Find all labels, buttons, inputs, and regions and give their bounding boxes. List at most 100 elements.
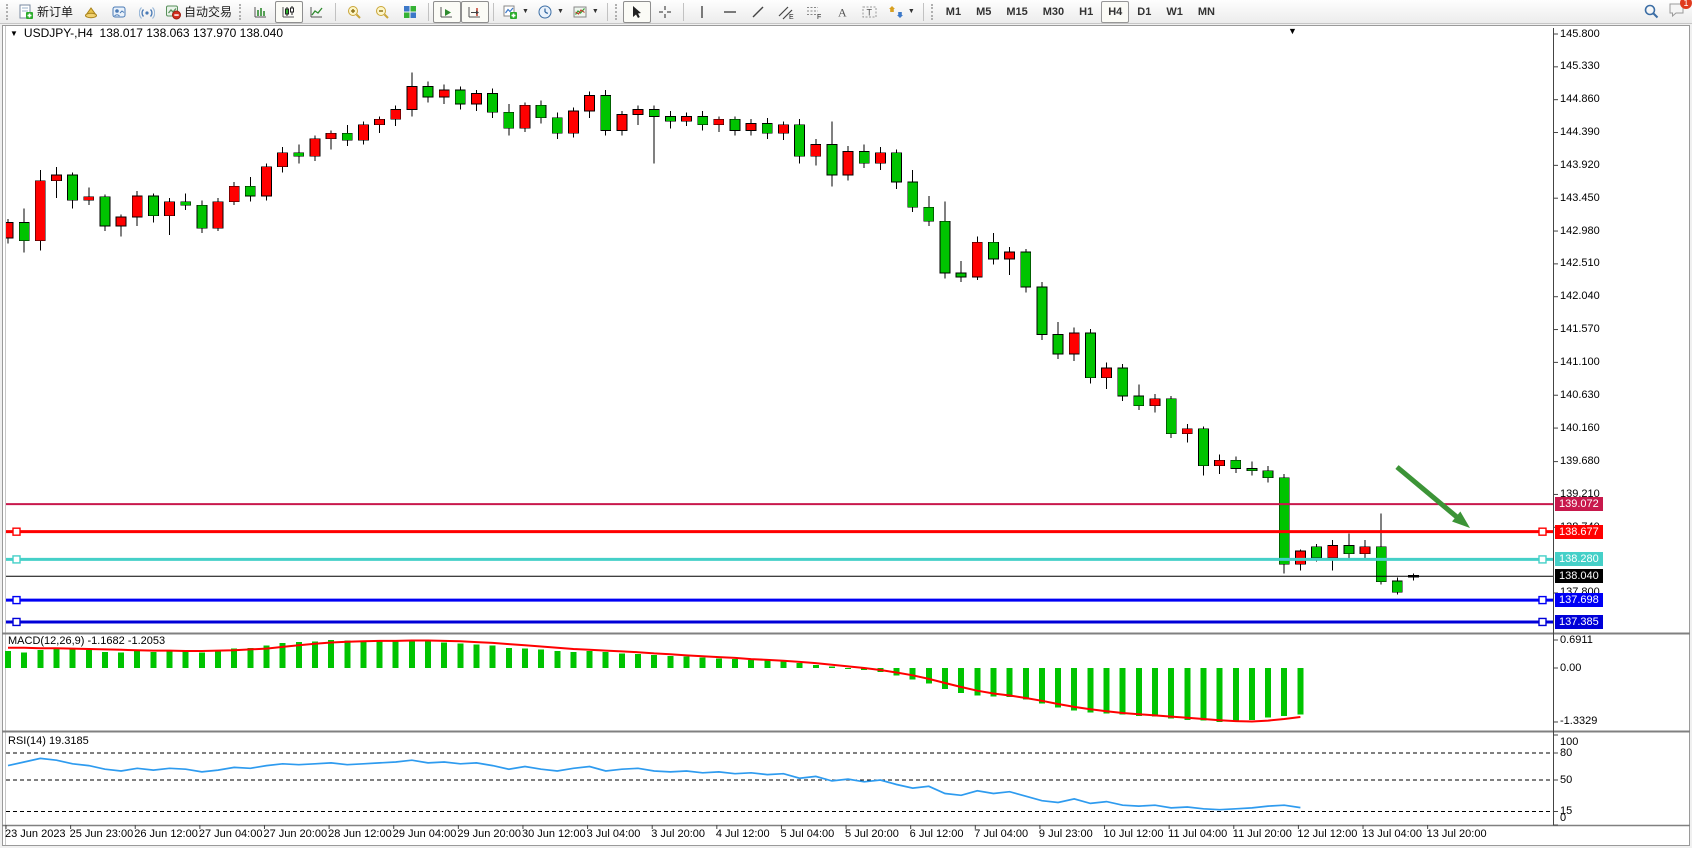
time-axis-label: 5 Jul 04:00 bbox=[780, 828, 834, 841]
time-axis-label: 13 Jul 20:00 bbox=[1427, 828, 1487, 841]
new-order-icon bbox=[18, 4, 34, 20]
indicators-icon bbox=[502, 4, 518, 20]
arrows-dropdown-caret[interactable]: ▼ bbox=[908, 8, 915, 15]
notifications-button[interactable]: 1 bbox=[1668, 1, 1686, 23]
crosshair-button[interactable] bbox=[651, 1, 679, 23]
wallet-icon bbox=[83, 4, 99, 20]
price-axis-tick-label: 141.100 bbox=[1560, 356, 1600, 369]
toolbar-grip[interactable] bbox=[239, 4, 244, 20]
equidistant-channel-button[interactable]: E bbox=[772, 1, 800, 23]
line-handle[interactable] bbox=[1539, 618, 1546, 625]
svg-text:E: E bbox=[789, 14, 794, 20]
timeframe-button-H1[interactable]: H1 bbox=[1072, 1, 1100, 23]
toolbar-grip[interactable] bbox=[615, 4, 620, 20]
svg-text:F: F bbox=[817, 14, 821, 20]
price-line-label-138.280: 138.280 bbox=[1555, 552, 1603, 566]
scroll-to-end-marker[interactable]: ▼ bbox=[1288, 25, 1297, 38]
time-axis-label: 26 Jun 12:00 bbox=[134, 828, 198, 841]
horizontal-line-button[interactable] bbox=[716, 1, 744, 23]
price-line-label-138.040: 138.040 bbox=[1555, 569, 1603, 583]
horizontal-line-icon bbox=[722, 4, 738, 20]
zoom-in-button[interactable] bbox=[340, 1, 368, 23]
price-axis-tick-label: 145.800 bbox=[1560, 28, 1600, 41]
timeframe-button-M1[interactable]: M1 bbox=[939, 1, 968, 23]
fibonacci-button[interactable]: F bbox=[800, 1, 828, 23]
timeframe-button-H4[interactable]: H4 bbox=[1101, 1, 1129, 23]
candlestick-icon bbox=[281, 4, 297, 20]
line-handle[interactable] bbox=[13, 618, 20, 625]
chart-ohlc-values: 138.017 138.063 137.970 138.040 bbox=[100, 26, 284, 40]
periods-dropdown-caret[interactable]: ▼ bbox=[557, 8, 564, 15]
price-axis-tick-label: 143.450 bbox=[1560, 192, 1600, 205]
auto-scroll-button[interactable] bbox=[433, 1, 461, 23]
auto-trading-label: 自动交易 bbox=[184, 3, 232, 20]
line-chart-button[interactable] bbox=[303, 1, 331, 23]
chart-menu-caret[interactable]: ▼ bbox=[10, 29, 18, 38]
time-axis-label: 28 Jun 12:00 bbox=[328, 828, 392, 841]
toolbar-grip[interactable] bbox=[931, 4, 936, 20]
timeframe-button-M5[interactable]: M5 bbox=[969, 1, 998, 23]
timeframe-button-D1[interactable]: D1 bbox=[1130, 1, 1158, 23]
indicators-dropdown-caret[interactable]: ▼ bbox=[522, 8, 529, 15]
auto-trading-icon bbox=[165, 4, 181, 20]
trendline-icon bbox=[750, 4, 766, 20]
price-axis-tick-label: 142.980 bbox=[1560, 225, 1600, 238]
line-handle[interactable] bbox=[13, 528, 20, 535]
toolbar-grip[interactable] bbox=[6, 4, 11, 20]
time-axis-label: 5 Jul 20:00 bbox=[845, 828, 899, 841]
vertical-line-button[interactable] bbox=[688, 1, 716, 23]
text-label-button[interactable]: T bbox=[856, 1, 884, 23]
auto-trading-button[interactable]: 自动交易 bbox=[161, 1, 236, 23]
line-handle[interactable] bbox=[1539, 597, 1546, 604]
line-handle[interactable] bbox=[1539, 528, 1546, 535]
templates-button[interactable]: ▼ bbox=[568, 1, 603, 23]
fibonacci-icon: F bbox=[805, 4, 823, 20]
arrows-button[interactable]: ▼ bbox=[884, 1, 919, 23]
deposit-button[interactable] bbox=[77, 1, 105, 23]
zoom-in-icon bbox=[346, 4, 362, 20]
tile-windows-button[interactable] bbox=[396, 1, 424, 23]
time-axis-label: 29 Jun 20:00 bbox=[457, 828, 521, 841]
trendline-button[interactable] bbox=[744, 1, 772, 23]
time-axis-label: 6 Jul 12:00 bbox=[910, 828, 964, 841]
time-axis-label: 10 Jul 12:00 bbox=[1104, 828, 1164, 841]
bar-chart-button[interactable] bbox=[247, 1, 275, 23]
price-line-label-138.677: 138.677 bbox=[1555, 525, 1603, 539]
timeframe-button-M15[interactable]: M15 bbox=[999, 1, 1034, 23]
clock-icon bbox=[537, 4, 553, 20]
indicators-button[interactable]: ▼ bbox=[498, 1, 533, 23]
new-order-button[interactable]: 新订单 bbox=[14, 1, 77, 23]
signals-button[interactable] bbox=[133, 1, 161, 23]
price-axis-tick-label: 142.510 bbox=[1560, 257, 1600, 270]
search-icon[interactable] bbox=[1643, 3, 1660, 20]
rsi-axis-label: 50 bbox=[1560, 774, 1572, 787]
profile-button[interactable] bbox=[105, 1, 133, 23]
line-chart-icon bbox=[309, 4, 325, 20]
timeframe-button-M30[interactable]: M30 bbox=[1036, 1, 1071, 23]
line-handle[interactable] bbox=[13, 556, 20, 563]
candlestick-chart-button[interactable] bbox=[275, 1, 303, 23]
time-axis-label: 13 Jul 04:00 bbox=[1362, 828, 1422, 841]
templates-dropdown-caret[interactable]: ▼ bbox=[592, 8, 599, 15]
text-button[interactable]: A bbox=[828, 1, 856, 23]
zoom-out-button[interactable] bbox=[368, 1, 396, 23]
time-axis-label: 23 Jun 2023 bbox=[5, 828, 66, 841]
timeframe-button-MN[interactable]: MN bbox=[1191, 1, 1222, 23]
price-axis-tick-label: 139.680 bbox=[1560, 455, 1600, 468]
time-axis-label: 4 Jul 12:00 bbox=[716, 828, 770, 841]
rsi-axis-label: 80 bbox=[1560, 747, 1572, 760]
template-icon bbox=[572, 4, 588, 20]
macd-indicator-label: MACD(12,26,9) -1.1682 -1.2053 bbox=[8, 635, 165, 648]
time-axis-label: 25 Jun 23:00 bbox=[70, 828, 134, 841]
vertical-line-icon bbox=[694, 4, 710, 20]
chart-shift-button[interactable] bbox=[461, 1, 489, 23]
chart-title: ▼USDJPY-,H4 138.017 138.063 137.970 138.… bbox=[10, 27, 283, 40]
time-axis-label: 11 Jul 04:00 bbox=[1168, 828, 1227, 841]
line-handle[interactable] bbox=[1539, 556, 1546, 563]
periods-button[interactable]: ▼ bbox=[533, 1, 568, 23]
equidistant-channel-icon: E bbox=[777, 4, 795, 20]
time-axis-label: 27 Jun 20:00 bbox=[263, 828, 327, 841]
cursor-button[interactable] bbox=[623, 1, 651, 23]
line-handle[interactable] bbox=[13, 597, 20, 604]
timeframe-button-W1[interactable]: W1 bbox=[1159, 1, 1190, 23]
